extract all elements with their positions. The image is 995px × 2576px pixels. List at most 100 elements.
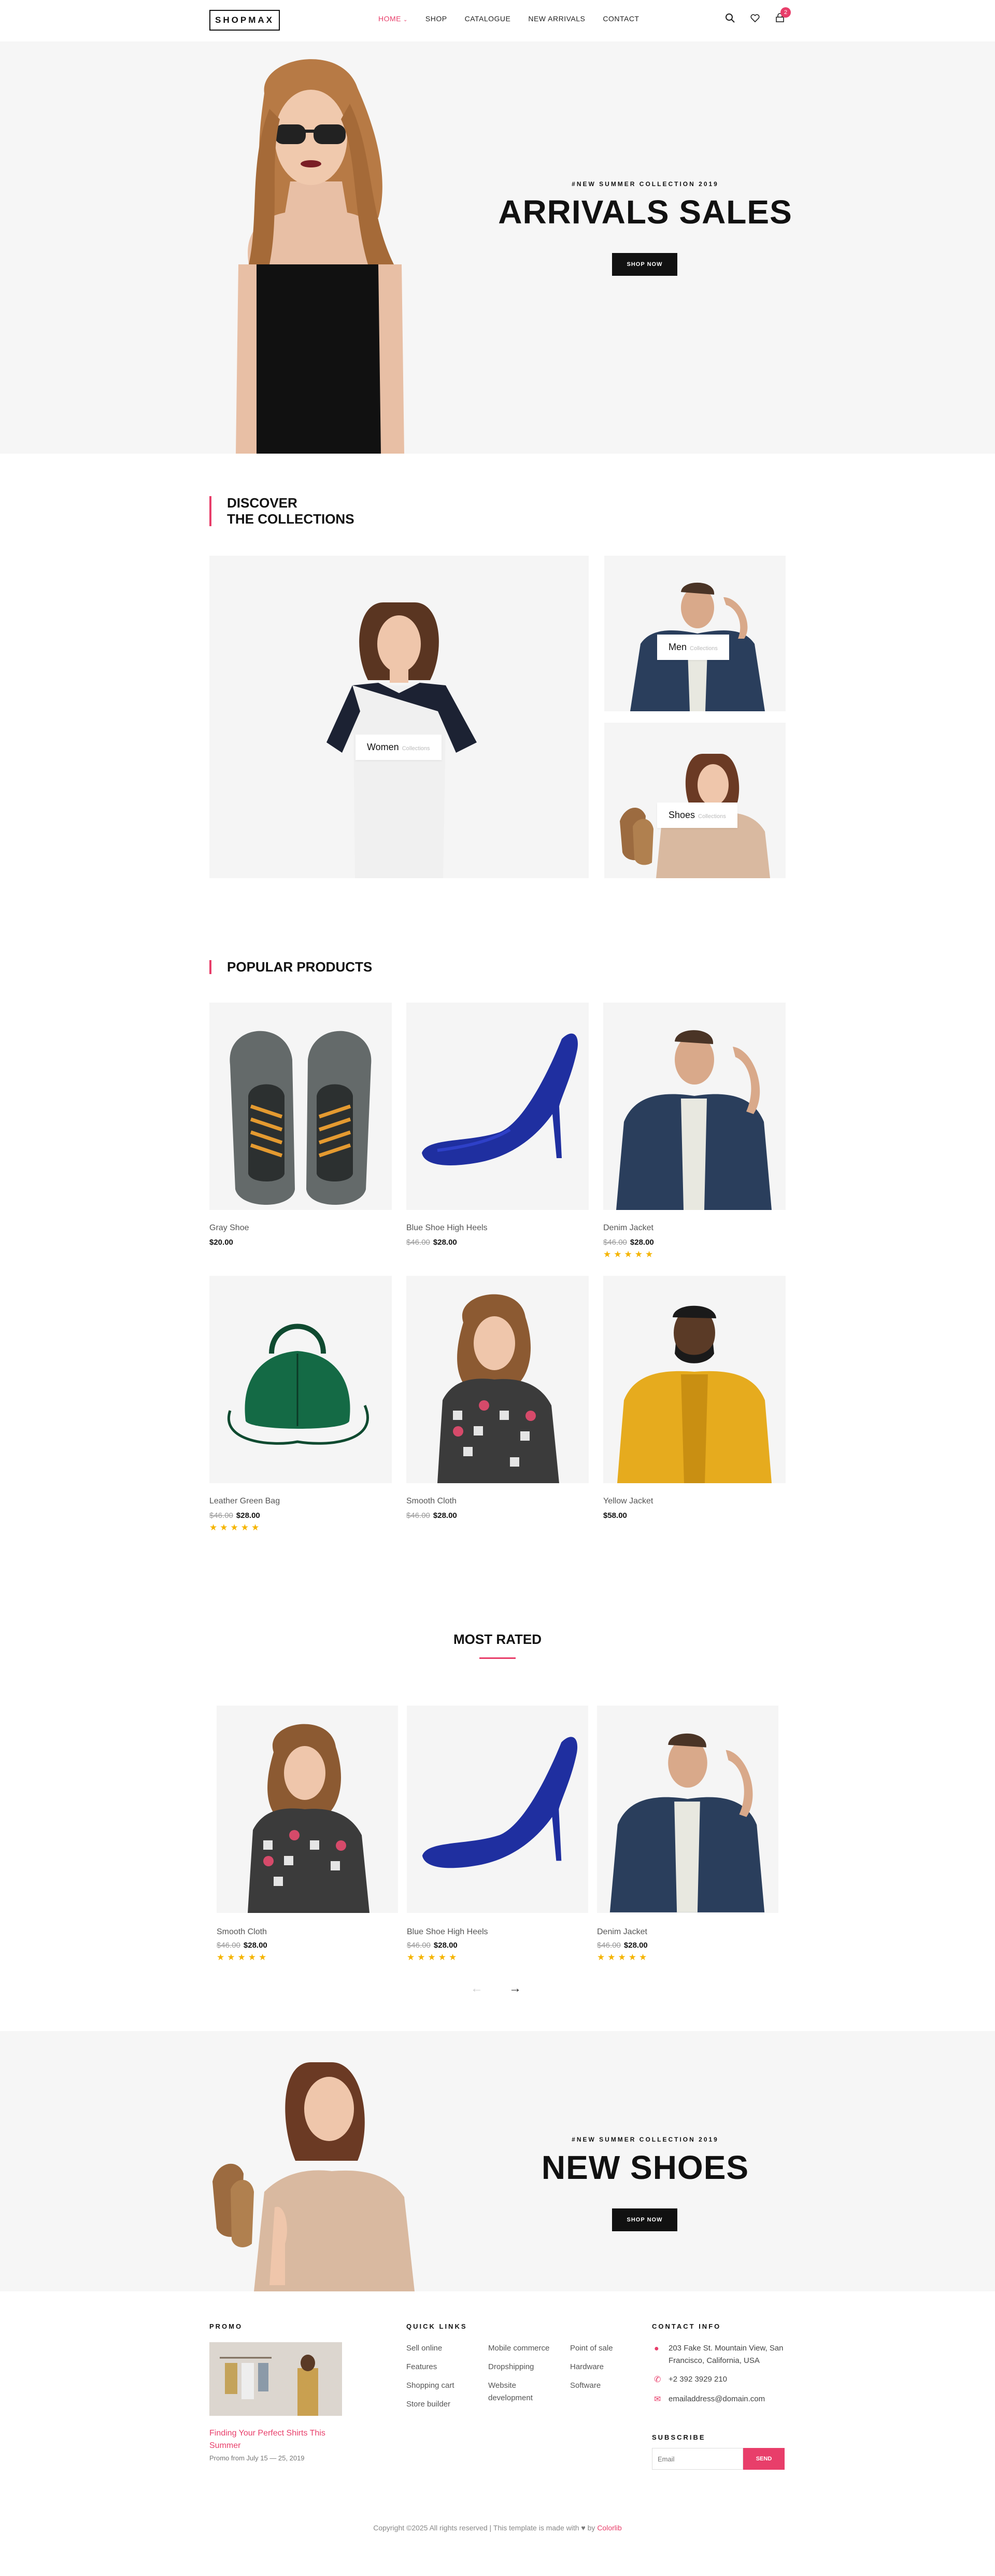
main-nav: HOME ⌄ SHOP CATALOGUE NEW ARRIVALS CONTAC…	[378, 15, 657, 23]
green-bag-image	[228, 1324, 369, 1445]
footer-contact-heading: CONTACT INFO	[652, 2322, 721, 2330]
search-icon[interactable]	[724, 12, 736, 24]
footer-link[interactable]: Hardware	[570, 2361, 604, 2373]
nav-home[interactable]: HOME ⌄	[378, 15, 408, 23]
product-price-old: $46.00	[407, 1941, 431, 1950]
product-price-old: $46.00	[603, 1238, 627, 1247]
subscribe-email-input[interactable]	[652, 2448, 743, 2470]
cart-icon[interactable]: 2	[774, 7, 791, 24]
colorlib-link[interactable]: Colorlib	[597, 2524, 621, 2532]
smooth-cloth-image	[437, 1294, 559, 1483]
site-logo[interactable]: SHOPMAX	[209, 10, 280, 31]
footer-link[interactable]: Sell online	[406, 2342, 442, 2355]
copyright-by: by	[587, 2524, 595, 2532]
blue-heel-image	[422, 1033, 578, 1165]
footer-link[interactable]: Shopping cart	[406, 2380, 454, 2392]
product-price-current: $20.00	[209, 1238, 233, 1247]
most-rated-image-denim-jacket[interactable]	[597, 1706, 778, 1913]
collection-men-label: Men Collections	[657, 635, 729, 660]
footer-link[interactable]: Point of sale	[570, 2342, 613, 2355]
product-name[interactable]: Leather Green Bag	[209, 1497, 280, 1506]
collection-shoes-label: Shoes Collections	[657, 803, 737, 828]
product-price-current: $28.00	[236, 1511, 260, 1520]
promo-image[interactable]	[209, 2342, 342, 2416]
denim-jacket-image	[616, 1030, 772, 1210]
map-pin-icon: ●	[654, 2344, 659, 2353]
product-price: $46.00 $28.00	[603, 1238, 654, 1247]
product-price-old: $46.00	[209, 1511, 233, 1520]
promo-shop-image	[209, 2342, 342, 2416]
heart-icon[interactable]	[749, 12, 761, 24]
product-name[interactable]: Gray Shoe	[209, 1223, 249, 1233]
product-price: $20.00	[209, 1238, 233, 1247]
product-price: $46.00 $28.00	[597, 1941, 648, 1950]
subscribe-send-button[interactable]: SEND	[743, 2448, 785, 2470]
most-rated-image-blue-heels[interactable]	[407, 1706, 588, 1913]
copyright-text: Copyright ©2025 All rights reserved | Th…	[373, 2524, 579, 2532]
most-rated-underline	[479, 1657, 516, 1659]
most-rated-image-smooth-cloth[interactable]	[217, 1706, 398, 1913]
product-price-current: $28.00	[433, 1511, 457, 1520]
carousel-prev-arrow-icon[interactable]: ←	[471, 1981, 483, 1996]
footer-link[interactable]: Features	[406, 2361, 437, 2373]
banner-shop-now-button[interactable]: SHOP NOW	[612, 2208, 677, 2231]
footer-link[interactable]: Website development	[488, 2380, 556, 2404]
nav-catalogue[interactable]: CATALOGUE	[465, 15, 511, 23]
hero-eyebrow: #NEW SUMMER COLLECTION 2019	[572, 180, 719, 188]
footer-link[interactable]: Dropshipping	[488, 2361, 534, 2373]
product-price-current: $28.00	[243, 1941, 267, 1950]
collection-women-card[interactable]: Women Collections	[209, 556, 589, 878]
collection-men-name: Men	[669, 642, 687, 652]
product-name[interactable]: Smooth Cloth	[406, 1497, 457, 1506]
collections-title: DISCOVER THE COLLECTIONS	[209, 495, 354, 527]
product-name[interactable]: Smooth Cloth	[217, 1927, 267, 1937]
product-price-current: $28.00	[623, 1941, 648, 1950]
gray-shoe-image	[230, 1031, 372, 1205]
email-icon: ✉	[654, 2395, 661, 2404]
collections-title-line1: DISCOVER	[227, 495, 297, 511]
product-name[interactable]: Blue Shoe High Heels	[407, 1927, 488, 1937]
collection-women-sub: Collections	[402, 745, 430, 752]
banner-eyebrow: #NEW SUMMER COLLECTION 2019	[572, 2136, 719, 2143]
nav-shop[interactable]: SHOP	[425, 15, 447, 23]
nav-new-arrivals[interactable]: NEW ARRIVALS	[528, 15, 585, 23]
carousel-next-arrow-icon[interactable]: →	[509, 1981, 521, 1996]
product-name[interactable]: Yellow Jacket	[603, 1497, 653, 1506]
product-image-blue-heels[interactable]	[406, 1003, 589, 1210]
footer-link[interactable]: Mobile commerce	[488, 2342, 549, 2355]
contact-phone[interactable]: +2 392 3929 210	[669, 2373, 727, 2386]
product-name[interactable]: Denim Jacket	[597, 1927, 647, 1937]
product-image-yellow-jacket[interactable]	[603, 1276, 786, 1483]
promo-title-link[interactable]: Finding Your Perfect Shirts This Summer	[209, 2427, 342, 2452]
heart-icon: ♥	[581, 2524, 586, 2532]
collection-shoes-sub: Collections	[698, 813, 726, 820]
product-price: $46.00 $28.00	[406, 1238, 457, 1247]
product-image-denim-jacket[interactable]	[603, 1003, 786, 1210]
product-price: $58.00	[603, 1511, 627, 1520]
collection-shoes-name: Shoes	[669, 810, 695, 820]
denim-jacket-image	[609, 1733, 765, 1912]
product-image-gray-shoe[interactable]	[209, 1003, 392, 1210]
hero-shop-now-button[interactable]: SHOP NOW	[612, 253, 677, 276]
collections-title-line2: THE COLLECTIONS	[227, 511, 354, 527]
collection-men-card[interactable]: Men Collections	[604, 556, 786, 711]
nav-contact[interactable]: CONTACT	[603, 15, 639, 23]
collection-women-label: Women Collections	[356, 735, 442, 760]
collection-shoes-card[interactable]: Shoes Collections	[604, 723, 786, 878]
product-image-green-bag[interactable]	[209, 1276, 392, 1483]
popular-products-title: POPULAR PRODUCTS	[209, 959, 372, 975]
product-price: $46.00 $28.00	[406, 1511, 457, 1520]
footer-link[interactable]: Store builder	[406, 2398, 450, 2411]
product-price-current: $28.00	[433, 1238, 457, 1247]
product-name[interactable]: Blue Shoe High Heels	[406, 1223, 488, 1233]
product-image-smooth-cloth[interactable]	[406, 1276, 589, 1483]
product-name[interactable]: Denim Jacket	[603, 1223, 653, 1233]
rating-stars: ★★★★★	[597, 1952, 650, 1962]
contact-email[interactable]: emailaddress@domain.com	[669, 2393, 765, 2405]
footer-links-heading: QUICK LINKS	[406, 2322, 467, 2330]
phone-icon: ✆	[654, 2375, 661, 2384]
product-price-old: $46.00	[597, 1941, 621, 1950]
chevron-down-icon: ⌄	[403, 17, 408, 23]
footer-link[interactable]: Software	[570, 2380, 601, 2392]
copyright: Copyright ©2025 All rights reserved | Th…	[0, 2524, 995, 2532]
